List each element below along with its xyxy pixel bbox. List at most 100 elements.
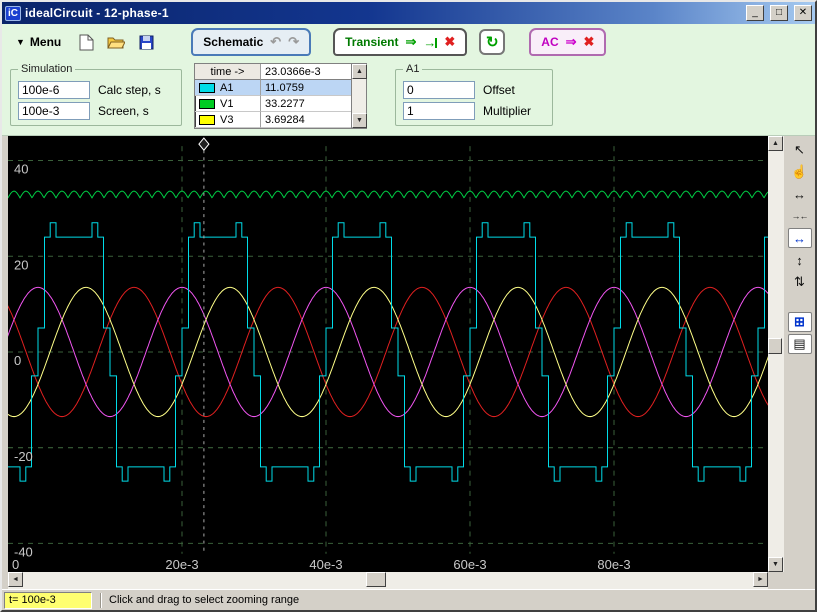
signal-table-cursor-time: 23.0366e-3 [261,64,351,80]
zoom-x-in-icon[interactable]: →← [788,206,812,226]
plot-scroll-left-icon[interactable]: ◄ [8,572,23,587]
calc-step-input[interactable] [18,81,90,99]
tab-transient[interactable]: Transient ⇒ → ✖ [333,28,467,56]
svg-text:20e-3: 20e-3 [165,557,198,572]
signal-row-a1[interactable]: A1 [195,80,261,96]
signal-row-v3[interactable]: V3 [195,112,261,128]
signal-value-a1: 11.0759 [261,80,351,96]
stop-ac-icon[interactable]: ✖ [584,34,595,50]
pan-hand-icon[interactable]: ☝ [788,162,812,182]
stop-transient-icon[interactable]: ✖ [444,34,455,50]
app-window: iC idealCircuit - 12-phase-1 _ □ ✕ ▼ Men… [0,0,817,612]
simulation-groupbox: Simulation Calc step, s Screen, s [10,63,182,126]
fit-x-icon[interactable]: ↔ [788,228,812,248]
rerun-icon: ↻ [486,33,499,51]
tab-transient-label: Transient [345,35,398,49]
menu-caret-icon: ▼ [16,37,25,47]
scroll-down-icon[interactable]: ▼ [352,113,367,128]
waveform-plot[interactable]: 40200-20-40020e-340e-360e-380e-3 [8,136,768,572]
waveform-svg[interactable]: 40200-20-40020e-340e-360e-380e-3 [8,136,768,572]
fit-all-icon[interactable]: ⊞ [788,312,812,332]
offset-input[interactable] [403,81,475,99]
zoom-x-icon[interactable]: ↔ [788,184,812,204]
status-divider [100,593,101,608]
screen-time-input[interactable] [18,102,90,120]
signal-value-v1: 33.2277 [261,96,351,112]
time-cursor-diamond[interactable] [199,138,209,150]
app-logo-icon: iC [5,6,21,21]
multiplier-label: Multiplier [483,104,531,118]
signal-swatch-v3 [199,115,215,125]
new-file-button[interactable] [75,31,97,53]
a1-groupbox: A1 Offset Multiplier [395,63,553,126]
save-floppy-icon [139,35,154,50]
step-transient-icon[interactable]: → [423,35,437,50]
values-table-icon[interactable]: ▤ [788,334,812,354]
svg-text:20: 20 [14,257,28,272]
signal-value-v3: 3.69284 [261,112,351,128]
undo-icon[interactable]: ↶ [270,34,281,50]
signal-table: time -> 23.0366e-3 A1 11.0759 V1 33.2277… [194,63,367,129]
tab-ac-label: AC [541,35,558,49]
time-readout: t= 100e-3 [4,592,92,609]
save-file-button[interactable] [135,31,157,53]
multiplier-input[interactable] [403,102,475,120]
open-file-button[interactable] [105,31,127,53]
close-button[interactable]: ✕ [794,5,812,21]
menu-label: Menu [30,35,61,49]
status-bar: t= 100e-3 Click and drag to select zoomi… [2,589,815,610]
svg-text:0: 0 [12,557,19,572]
window-title: idealCircuit - 12-phase-1 [25,6,740,20]
calc-step-label: Calc step, s [98,83,161,97]
signal-scroll-track[interactable] [352,79,366,113]
svg-text:-20: -20 [14,449,33,464]
run-transient-icon[interactable]: ⇒ [405,34,416,50]
plot-horizontal-scrollbar: ◄ ► [2,572,815,589]
maximize-button[interactable]: □ [770,5,788,21]
tab-schematic-label: Schematic [203,35,263,49]
simulation-groupbox-title: Simulation [18,63,75,75]
scrollbar-corner [768,572,815,589]
plot-scroll-up-icon[interactable]: ▲ [768,136,783,151]
title-bar: iC idealCircuit - 12-phase-1 _ □ ✕ [2,2,815,24]
plot-scroll-down-icon[interactable]: ▼ [768,557,783,572]
scroll-up-icon[interactable]: ▲ [352,64,367,79]
plot-hscroll-thumb[interactable] [366,572,386,587]
signal-swatch-v1 [199,99,215,109]
settings-panel: Simulation Calc step, s Screen, s time -… [2,60,815,136]
run-ac-icon[interactable]: ⇒ [566,34,577,50]
svg-text:0: 0 [14,353,21,368]
signal-table-scrollbar: ▲ ▼ [351,64,366,128]
tab-ac[interactable]: AC ⇒ ✖ [529,28,606,56]
svg-text:40: 40 [14,162,28,177]
offset-label: Offset [483,83,515,97]
toolbar: ▼ Menu Schematic ↶ ↷ [2,24,815,60]
svg-text:80e-3: 80e-3 [597,557,630,572]
screen-time-label: Screen, s [98,104,149,118]
signal-name-a1: A1 [220,82,233,94]
signal-table-header-time: time -> [195,64,261,80]
signal-swatch-a1 [199,83,215,93]
pointer-tool-icon[interactable]: ↖ [788,140,812,160]
plot-vertical-scrollbar: ▲ ▼ [768,136,784,572]
plot-hscroll-track[interactable] [23,572,753,589]
zoom-y-icon[interactable]: ↕ [788,250,812,270]
signal-name-v1: V1 [220,98,233,110]
zoom-y-in-icon[interactable]: ⇅ [788,272,812,292]
signal-row-v1[interactable]: V1 [195,96,261,112]
open-folder-icon [107,35,125,49]
menu-button[interactable]: ▼ Menu [10,31,67,53]
rerun-button[interactable]: ↻ [479,29,505,55]
a1-groupbox-title: A1 [403,63,422,75]
new-file-icon [79,34,94,51]
plot-scroll-right-icon[interactable]: ► [753,572,768,587]
redo-icon[interactable]: ↷ [288,34,299,50]
plot-vscroll-thumb[interactable] [768,338,782,354]
tab-schematic[interactable]: Schematic ↶ ↷ [191,28,311,56]
svg-text:60e-3: 60e-3 [453,557,486,572]
minimize-button[interactable]: _ [746,5,764,21]
status-hint: Click and drag to select zooming range [109,594,299,606]
signal-name-v3: V3 [220,114,233,126]
plot-region: 40200-20-40020e-340e-360e-380e-3 ▲ ▼ ↖ ☝… [2,136,815,572]
plot-vscroll-track[interactable] [768,151,784,557]
